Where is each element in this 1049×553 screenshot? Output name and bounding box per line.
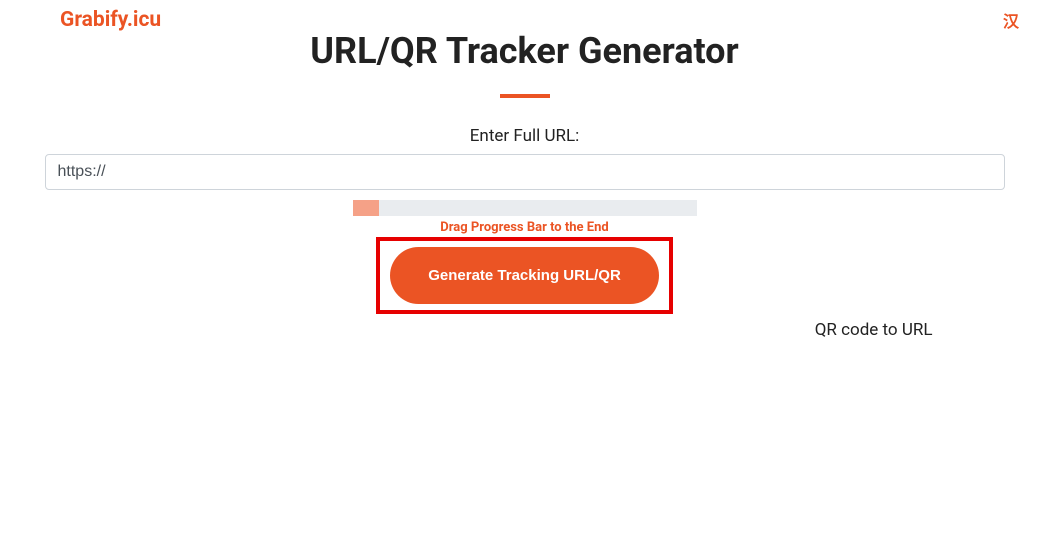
button-highlight-box: Generate Tracking URL/QR — [376, 237, 673, 314]
progress-bar-track[interactable] — [353, 200, 697, 216]
url-input-label: Enter Full URL: — [30, 126, 1019, 146]
site-logo[interactable]: Grabify.icu — [60, 8, 161, 32]
drag-hint-text: Drag Progress Bar to the End — [30, 220, 1019, 235]
url-input[interactable] — [45, 154, 1005, 190]
progress-bar-handle[interactable] — [353, 200, 379, 216]
generate-button[interactable]: Generate Tracking URL/QR — [390, 247, 659, 304]
qr-to-url-link[interactable]: QR code to URL — [815, 320, 933, 340]
title-divider — [500, 94, 550, 98]
page-title: URL/QR Tracker Generator — [30, 30, 1019, 72]
language-link[interactable]: 汉 — [1003, 8, 1029, 32]
